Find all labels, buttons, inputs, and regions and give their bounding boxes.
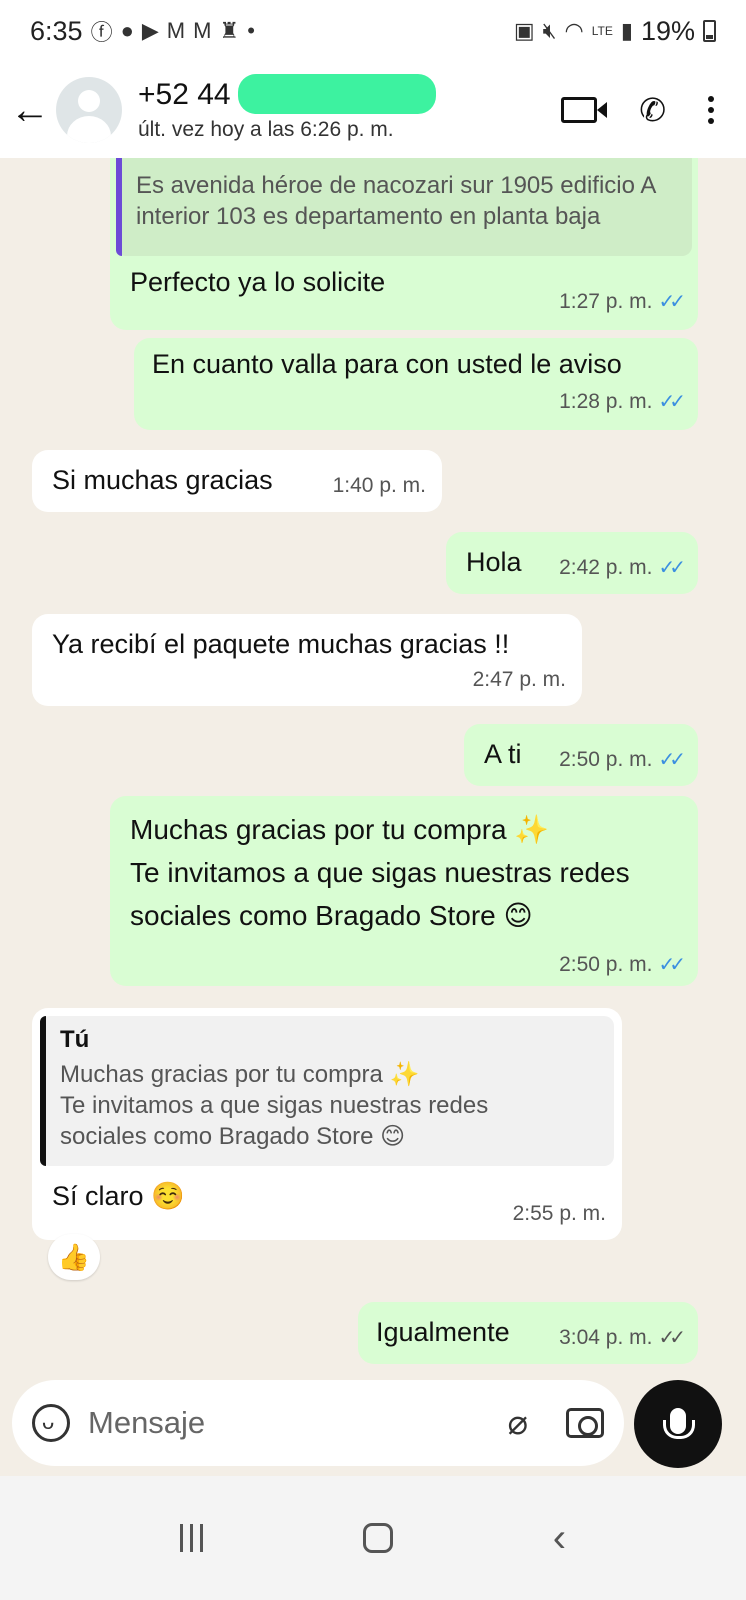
message-meta: 2:42 p. m. ✓✓	[559, 550, 686, 586]
message-bubble-outgoing[interactable]: Hola 2:42 p. m. ✓✓	[446, 532, 698, 594]
avatar[interactable]	[56, 77, 122, 143]
quoted-text-line: Te invitamos a que sigas nuestras redes	[60, 1092, 489, 1119]
chat-header: ← +52 44 últ. vez hoy a las 6:26 p. m. ✆	[0, 62, 746, 158]
chat-icon: ●	[120, 18, 134, 43]
message-text-line: Muchas gracias por tu compra ✨	[130, 814, 550, 845]
message-text: Si muchas gracias	[52, 465, 273, 495]
status-bar: 6:35 ⓕ ● ▶ M M ♜ • ▣ 🔇︎ ◠ LTE ▮ 19%	[0, 0, 746, 62]
contact-info[interactable]: +52 44 últ. vez hoy a las 6:26 p. m.	[138, 74, 561, 142]
video-call-icon[interactable]	[561, 97, 608, 123]
arrow-left-icon[interactable]: ←	[0, 62, 60, 158]
message-bubble-outgoing[interactable]: A ti 2:50 p. m. ✓✓	[464, 724, 698, 786]
message-time: 1:40 p. m.	[332, 474, 426, 497]
quoted-message[interactable]: Tú Muchas gracias por tu compra ✨ Te inv…	[40, 1016, 614, 1166]
read-tick-icon: ✓✓	[658, 749, 685, 771]
gmail-icon: M	[166, 18, 186, 43]
message-bubble-incoming[interactable]: Tú Muchas gracias por tu compra ✨ Te inv…	[32, 1008, 622, 1240]
message-text: Ya recibí el paquete muchas gracias !!	[52, 629, 510, 659]
more-vert-icon[interactable]	[708, 96, 714, 124]
message-time: 2:55 p. m.	[512, 1202, 606, 1225]
message-meta: 2:50 p. m. ✓✓	[559, 742, 686, 778]
message-time: 3:04 p. m.	[559, 1326, 653, 1349]
facebook-icon: ⓕ	[90, 20, 113, 45]
message-bubble-outgoing[interactable]: Muchas gracias por tu compra ✨ Te invita…	[110, 796, 698, 986]
reaction-badge[interactable]: 👍	[48, 1234, 100, 1280]
camera-icon[interactable]	[566, 1408, 604, 1438]
nfc-icon: ▣	[513, 18, 535, 43]
message-time: 1:28 p. m.	[559, 390, 653, 413]
last-seen-status: últ. vez hoy a las 6:26 p. m.	[138, 118, 394, 141]
signal-icon: ▮	[620, 18, 633, 43]
paperclip-icon[interactable]: ⌀	[508, 1403, 528, 1443]
message-input[interactable]	[88, 1405, 508, 1441]
message-time: 2:42 p. m.	[559, 556, 653, 579]
delivered-tick-icon: ✓✓	[658, 1327, 685, 1349]
message-bubble-incoming[interactable]: Ya recibí el paquete muchas gracias !! 2…	[32, 614, 582, 706]
message-text: A ti	[484, 739, 522, 769]
message-meta: 2:55 p. m.	[513, 1196, 606, 1232]
message-time: 2:50 p. m.	[559, 748, 653, 771]
message-bubble-incoming[interactable]: Si muchas gracias 1:40 p. m.	[32, 450, 442, 512]
message-time: 2:50 p. m.	[559, 953, 653, 976]
message-meta: 2:50 p. m. ✓✓	[559, 952, 686, 978]
quoted-message[interactable]: Es avenida héroe de nacozari sur 1905 ed…	[116, 158, 692, 256]
read-tick-icon: ✓✓	[658, 291, 685, 313]
back-nav-icon[interactable]: ‹	[553, 1516, 566, 1561]
read-tick-icon: ✓✓	[658, 557, 685, 579]
read-tick-icon: ✓✓	[658, 391, 685, 413]
message-text-line: sociales como Bragado Store 😊	[130, 900, 533, 931]
message-list[interactable]: Es avenida héroe de nacozari sur 1905 ed…	[0, 158, 746, 1380]
message-time: 2:47 p. m.	[472, 668, 566, 691]
redaction-mark	[238, 74, 436, 114]
quoted-text-line: Muchas gracias por tu compra ✨	[60, 1061, 420, 1088]
mic-icon	[663, 1408, 695, 1439]
message-text: Igualmente	[376, 1317, 510, 1347]
message-text: Hola	[466, 547, 522, 577]
battery-percent: 19%	[640, 15, 695, 46]
dot-icon: •	[247, 18, 255, 43]
message-meta: 2:47 p. m.	[473, 662, 566, 698]
home-icon[interactable]	[362, 1523, 393, 1553]
message-composer: ⌀	[12, 1380, 624, 1466]
battery-icon	[703, 20, 716, 42]
read-tick-icon: ✓✓	[658, 954, 685, 976]
status-time: 6:35	[30, 15, 83, 46]
message-meta: 3:04 p. m. ✓✓	[559, 1320, 686, 1356]
message-meta: 1:27 p. m. ✓✓	[559, 284, 686, 320]
message-meta: 1:40 p. m.	[333, 468, 426, 504]
message-text-line: Te invitamos a que sigas nuestras redes	[130, 857, 630, 888]
message-bubble-outgoing[interactable]: Es avenida héroe de nacozari sur 1905 ed…	[110, 158, 698, 330]
sticker-icon[interactable]	[32, 1404, 70, 1442]
mute-icon: 🔇︎	[542, 18, 557, 43]
recents-icon[interactable]	[179, 1524, 203, 1552]
youtube-icon: ▶	[141, 18, 159, 43]
keyhole-icon: ♜	[219, 18, 240, 43]
mic-button[interactable]	[634, 1380, 722, 1468]
wifi-icon: ◠	[564, 18, 584, 43]
message-text: Perfecto ya lo solicite	[130, 267, 386, 297]
message-meta: 1:28 p. m. ✓✓	[559, 384, 686, 420]
quoted-text: Es avenida héroe de nacozari sur 1905 ed…	[136, 172, 656, 230]
volte-icon: LTE	[591, 24, 613, 38]
quoted-author: Tú	[60, 1026, 90, 1053]
gmail-icon: M	[193, 18, 212, 43]
quoted-text-line: sociales como Bragado Store 😊	[60, 1123, 406, 1150]
message-time: 1:27 p. m.	[559, 290, 653, 313]
phone-icon[interactable]: ✆	[639, 91, 666, 129]
message-bubble-outgoing[interactable]: En cuanto valla para con usted le aviso …	[134, 338, 698, 430]
message-text: En cuanto valla para con usted le aviso	[152, 349, 622, 379]
system-nav-bar: ‹	[0, 1476, 746, 1600]
message-bubble-outgoing[interactable]: Igualmente 3:04 p. m. ✓✓	[358, 1302, 698, 1364]
message-text: Sí claro ☺️	[52, 1181, 185, 1211]
